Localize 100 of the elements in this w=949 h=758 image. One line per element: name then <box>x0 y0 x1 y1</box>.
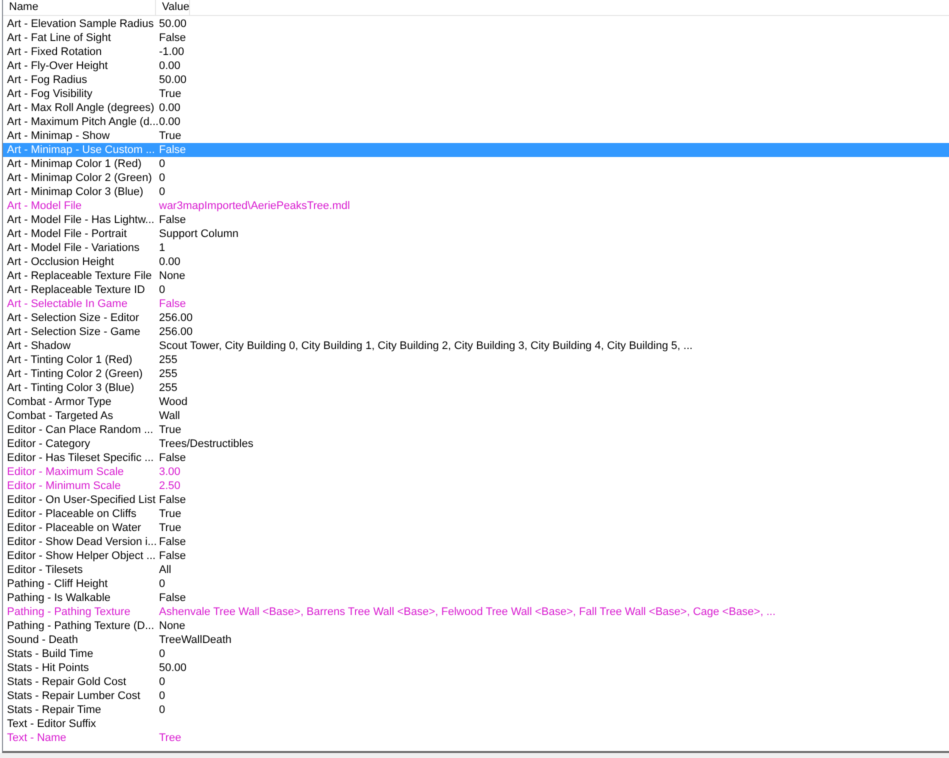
property-row[interactable]: Art - Replaceable Texture ID 0 <box>3 283 949 297</box>
property-name: Art - Fixed Rotation <box>7 45 103 59</box>
property-name: Editor - Tilesets <box>7 563 84 577</box>
property-row[interactable]: Art - Tinting Color 3 (Blue) 255 <box>3 381 949 395</box>
property-value: 0 <box>159 185 166 199</box>
property-row[interactable]: Art - Fly-Over Height 0.00 <box>3 59 949 73</box>
property-value: 256.00 <box>159 325 193 339</box>
property-row[interactable]: Art - Minimap - Show True <box>3 129 949 143</box>
property-name: Pathing - Pathing Texture <box>7 605 132 619</box>
property-name: Editor - Show Helper Object ... <box>7 549 157 563</box>
property-value: True <box>159 507 182 521</box>
property-value: TreeWallDeath <box>159 633 232 647</box>
property-name: Stats - Repair Time <box>7 703 102 717</box>
property-value: -1.00 <box>159 45 184 59</box>
property-value: False <box>159 591 186 605</box>
property-row[interactable]: Editor - Has Tileset Specific ... False <box>3 451 949 465</box>
property-row[interactable]: Editor - Minimum Scale 2.50 <box>3 479 949 493</box>
property-value: None <box>159 619 186 633</box>
property-name: Editor - Can Place Random ... <box>7 423 154 437</box>
property-row[interactable]: Editor - Placeable on Cliffs True <box>3 507 949 521</box>
property-row[interactable]: Art - Fat Line of Sight False <box>3 31 949 45</box>
property-name: Editor - Placeable on Water <box>7 521 142 535</box>
property-row[interactable]: Text - Editor Suffix <box>3 717 949 731</box>
property-row[interactable]: Combat - Armor Type Wood <box>3 395 949 409</box>
property-name: Editor - Show Dead Version i... <box>7 535 158 549</box>
property-value: Trees/Destructibles <box>159 437 254 451</box>
property-row[interactable]: Art - Fixed Rotation -1.00 <box>3 45 949 59</box>
property-row[interactable]: Editor - Tilesets All <box>3 563 949 577</box>
property-name: Editor - Maximum Scale <box>7 465 125 479</box>
property-row[interactable]: Art - Model File - Variations 1 <box>3 241 949 255</box>
property-name: Editor - Has Tileset Specific ... <box>7 451 155 465</box>
property-value: 0 <box>159 157 166 171</box>
property-name: Stats - Build Time <box>7 647 94 661</box>
property-row[interactable]: Text - Name Tree <box>3 731 949 745</box>
property-row[interactable]: Editor - Show Helper Object ... False <box>3 549 949 563</box>
property-row[interactable]: Art - Model File war3mapImported\AeriePeaksTree.mdl <box>3 199 949 213</box>
property-row[interactable]: Art - Occlusion Height 0.00 <box>3 255 949 269</box>
property-row[interactable]: Editor - Category Trees/Destructibles <box>3 437 949 451</box>
property-value: None <box>159 269 186 283</box>
property-row[interactable]: Stats - Repair Lumber Cost 0 <box>3 689 949 703</box>
property-value: 50.00 <box>159 73 187 87</box>
property-row[interactable]: Art - Elevation Sample Radius 50.00 <box>3 17 949 31</box>
property-row[interactable]: Art - Max Roll Angle (degrees) 0.00 <box>3 101 949 115</box>
property-name: Art - Replaceable Texture ID <box>7 283 146 297</box>
property-row[interactable]: Pathing - Pathing Texture Ashenvale Tree Wall <Base>, Barrens Tree Wall <Base>, Felwood Tree Wall <Base>, Fall Tree Wall <Base>, Cage <Base>, ... <box>3 605 949 619</box>
property-row[interactable]: Stats - Repair Time 0 <box>3 703 949 717</box>
property-value: 0 <box>159 577 166 591</box>
property-value: war3mapImported\AeriePeaksTree.mdl <box>159 199 350 213</box>
property-row[interactable]: Editor - Can Place Random ... True <box>3 423 949 437</box>
property-row[interactable]: Stats - Repair Gold Cost 0 <box>3 675 949 689</box>
property-row[interactable]: Art - Model File - Portrait Support Column <box>3 227 949 241</box>
property-row[interactable]: Sound - Death TreeWallDeath <box>3 633 949 647</box>
property-row[interactable]: Stats - Build Time 0 <box>3 647 949 661</box>
property-value: 0.00 <box>159 255 180 269</box>
property-value: Wall <box>159 409 180 423</box>
property-value: False <box>159 143 186 157</box>
property-row[interactable]: Art - Fog Radius 50.00 <box>3 73 949 87</box>
property-value: False <box>159 31 186 45</box>
property-row[interactable]: Editor - Maximum Scale 3.00 <box>3 465 949 479</box>
property-row[interactable]: Art - Maximum Pitch Angle (d...0.00 <box>3 115 949 129</box>
property-row[interactable]: Combat - Targeted As Wall <box>3 409 949 423</box>
property-value: 0 <box>159 703 166 717</box>
property-row[interactable]: Art - Tinting Color 2 (Green) 255 <box>3 367 949 381</box>
property-name: Art - Selection Size - Editor <box>7 311 140 325</box>
property-row[interactable]: Art - Shadow Scout Tower, City Building 0, City Building 1, City Building 2, City Building 3, City Building 4, City Building 5, ... <box>3 339 949 353</box>
property-value: True <box>159 521 182 535</box>
property-row[interactable]: Editor - Placeable on Water True <box>3 521 949 535</box>
property-value: Scout Tower, City Building 0, City Building 1, City Building 2, City Building 3, City Building 4, City Building 5, ... <box>159 339 693 353</box>
column-header[interactable]: Value <box>156 0 190 15</box>
property-row[interactable]: Pathing - Is Walkable False <box>3 591 949 605</box>
property-row[interactable]: Pathing - Cliff Height 0 <box>3 577 949 591</box>
property-row[interactable]: Art - Selectable In Game False <box>3 297 949 311</box>
property-value: True <box>159 423 182 437</box>
property-value: Ashenvale Tree Wall <Base>, Barrens Tree Wall <Base>, Felwood Tree Wall <Base>, Fall Tree Wall <Base>, Cage <Base>, ... <box>159 605 776 619</box>
property-row[interactable]: Stats - Hit Points 50.00 <box>3 661 949 675</box>
column-header[interactable]: Name <box>3 0 156 15</box>
property-row[interactable]: Art - Minimap Color 1 (Red) 0 <box>3 157 949 171</box>
property-row[interactable]: Art - Selection Size - Editor 256.00 <box>3 311 949 325</box>
property-row[interactable]: Art - Fog Visibility True <box>3 87 949 101</box>
property-name: Art - Elevation Sample Radius <box>7 17 155 31</box>
property-row[interactable]: Editor - Show Dead Version i... False <box>3 535 949 549</box>
property-row[interactable]: Art - Tinting Color 1 (Red) 255 <box>3 353 949 367</box>
property-value: False <box>159 451 186 465</box>
property-value: 1 <box>159 241 166 255</box>
property-row[interactable]: Editor - On User-Specified List False <box>3 493 949 507</box>
property-row[interactable]: Art - Model File - Has Lightw... False <box>3 213 949 227</box>
property-name: Editor - Placeable on Cliffs <box>7 507 138 521</box>
property-name: Combat - Armor Type <box>7 395 112 409</box>
property-row[interactable]: Art - Minimap Color 3 (Blue) 0 <box>3 185 949 199</box>
property-row[interactable]: Art - Minimap Color 2 (Green) 0 <box>3 171 949 185</box>
property-row[interactable]: Art - Selection Size - Game 256.00 <box>3 325 949 339</box>
property-name: Art - Tinting Color 3 (Blue) <box>7 381 136 395</box>
property-value: 255 <box>159 381 178 395</box>
property-value: True <box>159 129 182 143</box>
property-name: Pathing - Pathing Texture (D... <box>7 619 156 633</box>
property-row[interactable]: Pathing - Pathing Texture (D... None <box>3 619 949 633</box>
property-name: Art - Tinting Color 2 (Green) <box>7 367 144 381</box>
property-row[interactable]: Art - Replaceable Texture File None <box>3 269 949 283</box>
property-value: 50.00 <box>159 17 187 31</box>
property-name: Text - Editor Suffix <box>7 717 98 731</box>
